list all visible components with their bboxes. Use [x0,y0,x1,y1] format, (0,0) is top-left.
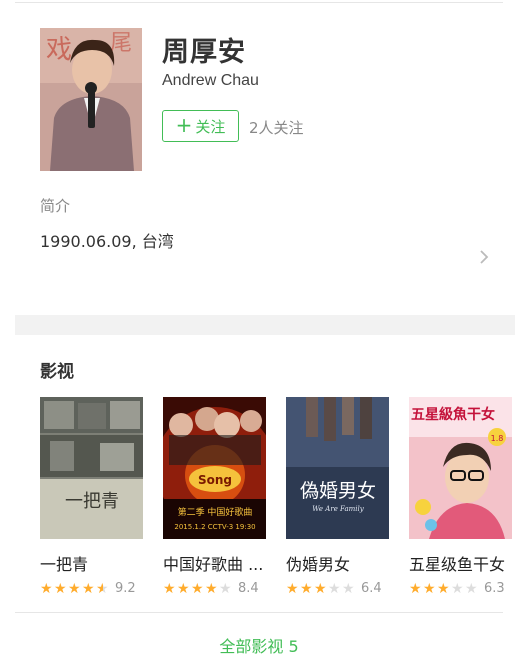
star-icon: ★ [314,580,327,597]
movie-poster[interactable]: 一把青 [40,397,143,539]
star-rating: ★ ★ ★ ★ ★ [286,582,356,596]
star-icon: ★ [300,580,313,597]
rating-score: 6.3 [484,581,505,596]
movie-card[interactable]: 五星級魚干女 1.8 五星级鱼干女 ★ ★ ★ ★ ★ 6.3 [409,397,512,596]
star-icon: ★ [328,580,341,597]
rating-score: 6.4 [361,581,382,596]
star-icon: ★ [286,580,299,597]
star-icon: ★ [437,580,450,597]
all-works-link[interactable]: 全部影视 5 [0,633,518,657]
poster-subtitle-text: We Are Family [312,505,364,513]
follow-button[interactable]: + 关注 [162,110,239,142]
person-name: 周厚安 [162,37,246,68]
intro-text[interactable]: 1990.06.09, 台湾 [40,228,174,252]
star-icon: ★ [191,580,204,597]
star-icon: ★ [465,580,478,597]
poster-title-text: 五星級魚干女 [411,406,495,423]
star-icon: ★ [163,580,176,597]
poster-title-text: 偽婚男女 [300,480,376,502]
plus-icon: + [175,113,193,137]
movie-rating: ★ ★ ★ ★ ★ 6.4 [286,581,389,596]
star-icon: ★ [409,580,422,597]
movie-poster[interactable]: Song 第二季 中国好歌曲 2015.1.2 CCTV-3 19:30 [163,397,266,539]
chevron-right-icon[interactable] [478,249,490,265]
star-icon: ★ [54,580,67,597]
person-english-name: Andrew Chau [162,72,259,89]
svg-text:Song: Song [198,473,232,487]
top-divider [15,2,503,3]
poster-title-text: 第二季 中国好歌曲 [178,506,253,518]
works-section-title: 影视 [40,362,74,382]
star-rating: ★ ★ ★ ★ ★ [409,582,479,596]
follow-label: 关注 [195,117,226,136]
star-icon: ★ [205,580,218,597]
section-separator [15,315,515,335]
star-rating: ★ ★ ★ ★ ★ [40,582,110,596]
movie-title[interactable]: 伪婚男女 [286,551,389,575]
bottom-divider [15,612,503,613]
svg-text:尾: 尾 [110,31,132,56]
poster-subtitle-text: 2015.1.2 CCTV-3 19:30 [174,523,255,531]
movie-title[interactable]: 中国好歌曲 ... [163,551,266,575]
star-icon: ★ [82,580,95,597]
star-icon: ★ [40,580,53,597]
star-icon: ★ [96,580,109,597]
star-icon: ★ [423,580,436,597]
star-icon: ★ [177,580,190,597]
works-list: 一把青 一把青 ★ ★ ★ ★ ★ 9.2 Song 第二季 中国好歌曲 201… [40,397,518,597]
poster-title-text: 一把青 [65,491,119,512]
svg-text:戏: 戏 [46,35,72,65]
movie-card[interactable]: 一把青 一把青 ★ ★ ★ ★ ★ 9.2 [40,397,143,596]
star-icon: ★ [219,580,232,597]
movie-card[interactable]: Song 第二季 中国好歌曲 2015.1.2 CCTV-3 19:30 中国好… [163,397,266,596]
movie-poster[interactable]: 五星級魚干女 1.8 [409,397,512,539]
avatar[interactable]: 戏 尾 [40,28,142,171]
movie-rating: ★ ★ ★ ★ ★ 9.2 [40,581,143,596]
intro-label: 简介 [40,197,71,215]
profile-header: 戏 尾 周厚安 Andrew Chau + 关注 2人关注 [40,28,500,173]
movie-rating: ★ ★ ★ ★ ★ 6.3 [409,581,512,596]
follower-count: 2人关注 [249,119,304,137]
movie-rating: ★ ★ ★ ★ ★ 8.4 [163,581,266,596]
poster-subtitle-text: 1.8 [491,434,504,443]
star-icon: ★ [451,580,464,597]
star-icon: ★ [342,580,355,597]
rating-score: 8.4 [238,581,259,596]
movie-title[interactable]: 五星级鱼干女 [409,551,512,575]
star-rating: ★ ★ ★ ★ ★ [163,582,233,596]
star-icon: ★ [68,580,81,597]
movie-card[interactable]: 偽婚男女 We Are Family 伪婚男女 ★ ★ ★ ★ ★ 6.4 [286,397,389,596]
movie-title[interactable]: 一把青 [40,551,143,575]
movie-poster[interactable]: 偽婚男女 We Are Family [286,397,389,539]
rating-score: 9.2 [115,581,136,596]
